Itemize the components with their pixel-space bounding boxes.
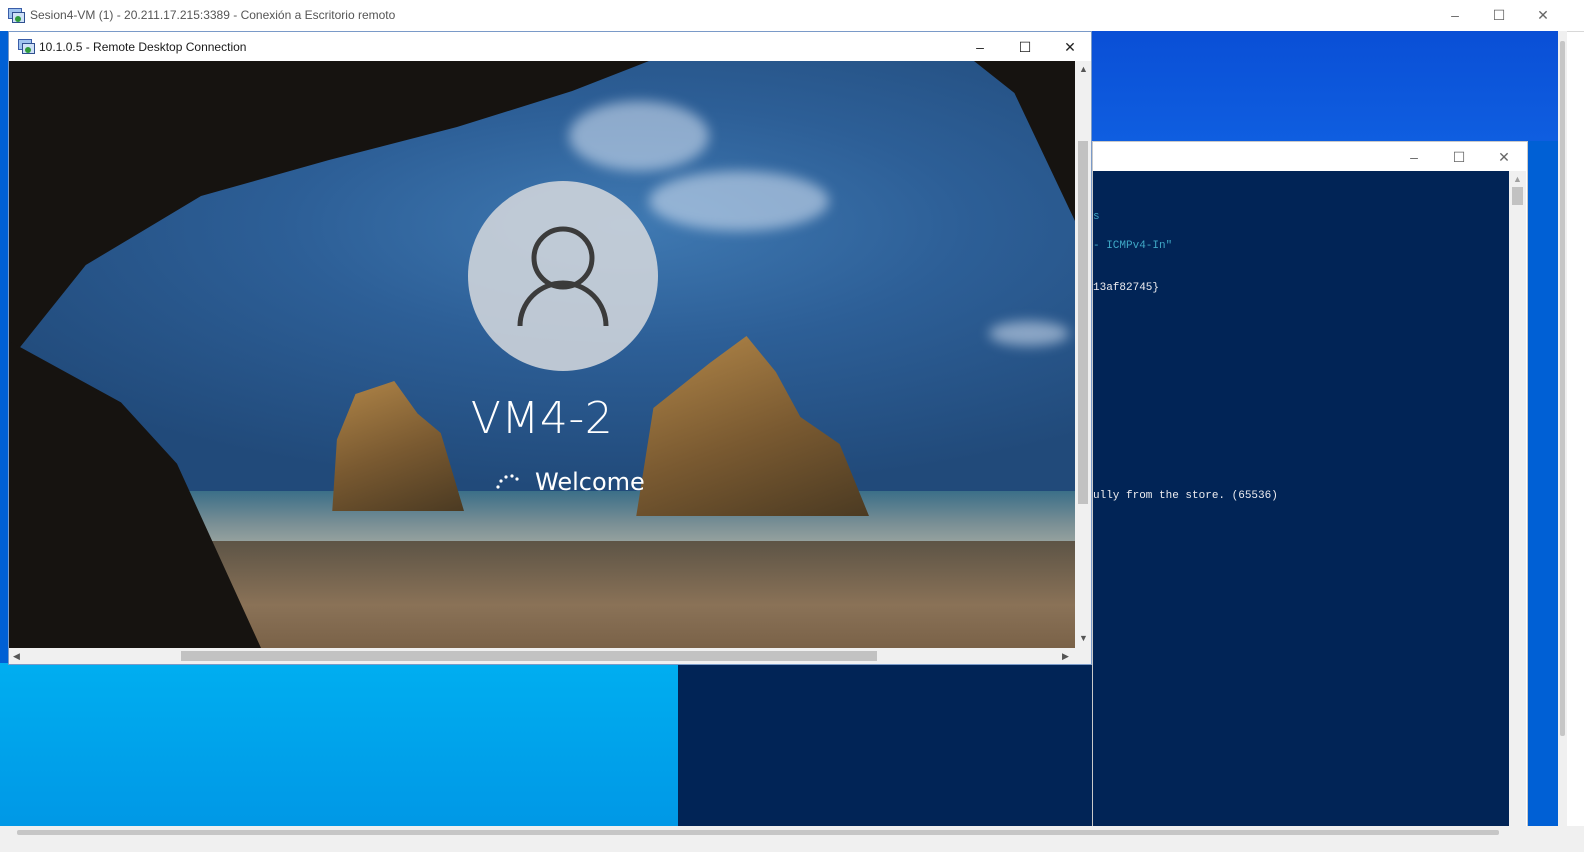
welcome-text: Welcome bbox=[535, 468, 645, 496]
inner-close-button[interactable]: ✕ bbox=[1047, 32, 1093, 62]
scroll-up-arrow-icon[interactable]: ▲ bbox=[1079, 64, 1088, 74]
outer-horizontal-thumb[interactable] bbox=[17, 830, 1499, 835]
cloud-shape bbox=[649, 171, 829, 231]
resize-grip[interactable] bbox=[1075, 648, 1091, 664]
inner-vertical-scrollbar[interactable]: ▲ ▼ bbox=[1075, 61, 1091, 648]
console-line: - ICMPv4-In" bbox=[1093, 240, 1173, 252]
outer-maximize-button[interactable]: ☐ bbox=[1476, 0, 1522, 30]
outer-close-button[interactable]: ✕ bbox=[1520, 0, 1566, 30]
remote-desktop-icon bbox=[18, 39, 35, 54]
lock-screen[interactable]: VM4-2 Welcome bbox=[9, 61, 1075, 648]
powershell-titlebar[interactable]: – ☐ ✕ bbox=[1093, 142, 1527, 171]
ps-close-button[interactable]: ✕ bbox=[1481, 142, 1527, 172]
inner-rdp-window[interactable]: 10.1.0.5 - Remote Desktop Connection – ☐… bbox=[8, 31, 1092, 665]
cloud-shape bbox=[569, 101, 709, 171]
remote-desktop-icon bbox=[8, 8, 25, 23]
outer-minimize-button[interactable]: – bbox=[1432, 0, 1478, 30]
powershell-console[interactable]: s - ICMPv4-In" 13af82745} ully from the … bbox=[1093, 171, 1509, 827]
horizontal-scroll-thumb[interactable] bbox=[181, 651, 877, 661]
console-line: s bbox=[1093, 211, 1100, 223]
scroll-down-arrow-icon[interactable]: ▼ bbox=[1079, 633, 1088, 643]
inner-window-title: 10.1.0.5 - Remote Desktop Connection bbox=[39, 40, 247, 54]
machine-name: VM4-2 bbox=[470, 393, 614, 444]
powershell-window[interactable]: – ☐ ✕ s - ICMPv4-In" 13af82745} ully fro… bbox=[1092, 141, 1528, 828]
ps-minimize-button[interactable]: – bbox=[1391, 142, 1437, 172]
outer-window-title: Sesion4-VM (1) - 20.211.17.215:3389 - Co… bbox=[30, 8, 396, 22]
vertical-scroll-thumb[interactable] bbox=[1078, 141, 1088, 504]
outer-rdp-titlebar[interactable]: Sesion4-VM (1) - 20.211.17.215:3389 - Co… bbox=[0, 0, 1584, 32]
scroll-right-arrow-icon[interactable]: ▶ bbox=[1062, 651, 1069, 662]
scroll-thumb[interactable] bbox=[1512, 187, 1523, 205]
ps-maximize-button[interactable]: ☐ bbox=[1436, 142, 1482, 172]
cloud-shape bbox=[989, 321, 1069, 346]
outer-horizontal-scrollbar[interactable] bbox=[0, 826, 1567, 837]
console-line: 13af82745} bbox=[1093, 282, 1160, 294]
outer-vertical-thumb[interactable] bbox=[1560, 41, 1565, 736]
scroll-up-arrow-icon[interactable]: ▲ bbox=[1513, 174, 1522, 184]
inner-horizontal-scrollbar[interactable]: ◀ ▶ bbox=[9, 648, 1075, 664]
inner-minimize-button[interactable]: – bbox=[957, 32, 1003, 62]
inner-maximize-button[interactable]: ☐ bbox=[1002, 32, 1048, 62]
cave-top-right-shape bbox=[974, 61, 1075, 221]
scroll-left-arrow-icon[interactable]: ◀ bbox=[13, 651, 20, 662]
desktop-wallpaper-top bbox=[1092, 31, 1558, 141]
powershell-scrollbar[interactable]: ▲ bbox=[1509, 171, 1526, 827]
user-icon bbox=[517, 226, 609, 327]
loading-spinner-icon bbox=[496, 474, 519, 489]
welcome-status: Welcome bbox=[495, 465, 645, 499]
desktop-wallpaper-bottom-left bbox=[0, 663, 678, 826]
outer-vertical-scrollbar[interactable] bbox=[1558, 31, 1567, 826]
user-avatar bbox=[468, 181, 658, 371]
outer-bottom-border bbox=[0, 837, 1584, 852]
inner-rdp-titlebar[interactable]: 10.1.0.5 - Remote Desktop Connection – ☐… bbox=[9, 32, 1091, 61]
console-line: ully from the store. (65536) bbox=[1093, 490, 1278, 502]
